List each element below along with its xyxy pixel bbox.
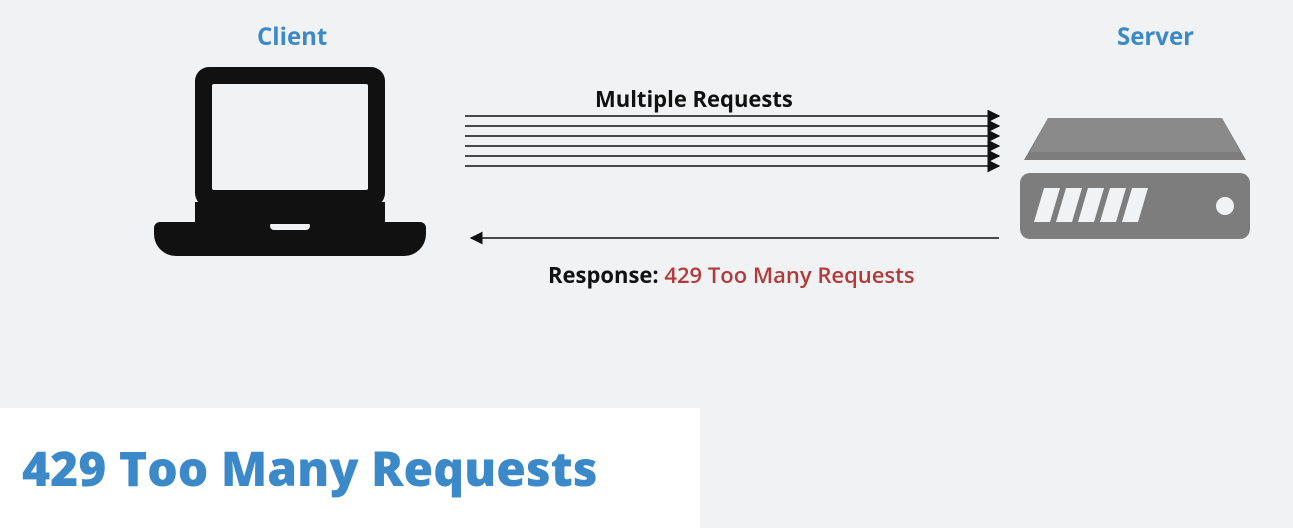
laptop-icon xyxy=(150,62,430,272)
request-arrows xyxy=(465,116,999,166)
response-label: Response: 429 Too Many Requests xyxy=(548,260,915,290)
client-label: Client xyxy=(257,20,327,53)
server-label: Server xyxy=(1117,20,1194,53)
requests-label: Multiple Requests xyxy=(595,84,793,114)
title-bar: 429 Too Many Requests xyxy=(0,408,700,528)
response-prefix: Response: xyxy=(548,260,664,290)
arrows-diagram xyxy=(465,110,1005,250)
server-icon xyxy=(1020,118,1250,248)
page-title: 429 Too Many Requests xyxy=(22,436,598,501)
response-error-text: 429 Too Many Requests xyxy=(664,260,914,290)
